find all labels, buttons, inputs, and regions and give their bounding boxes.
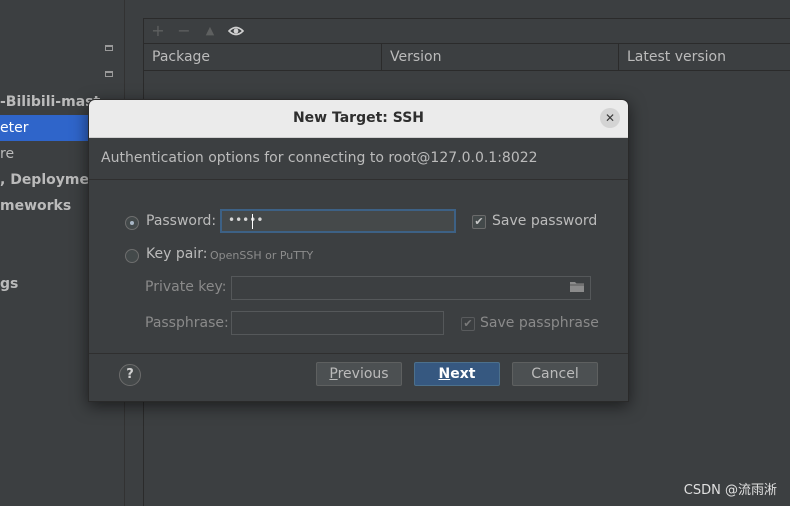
save-password-label[interactable]: Save password xyxy=(492,213,597,229)
text-caret xyxy=(252,214,253,229)
dialog-footer: ? Previous Next Cancel xyxy=(89,353,628,401)
dialog-titlebar: New Target: SSH ✕ xyxy=(89,100,628,138)
password-radio[interactable] xyxy=(125,216,139,230)
keypair-hint: OpenSSH or PuTTY xyxy=(210,249,314,262)
private-key-field[interactable] xyxy=(231,276,591,300)
save-password-checkbox[interactable]: ✔ xyxy=(472,215,486,229)
upgrade-icon[interactable]: ▲ xyxy=(200,21,220,41)
cancel-button[interactable]: Cancel xyxy=(512,362,598,386)
next-mnemonic: N xyxy=(438,366,451,382)
column-latest-version[interactable]: Latest version xyxy=(619,44,790,70)
previous-label: revious xyxy=(337,366,389,382)
save-passphrase-label: Save passphrase xyxy=(480,315,599,331)
private-key-label: Private key: xyxy=(145,279,227,295)
next-button[interactable]: Next xyxy=(414,362,500,386)
password-field[interactable]: ••••• xyxy=(220,209,456,233)
password-value: ••••• xyxy=(228,213,264,227)
packages-table-header: Package Version Latest version xyxy=(144,43,790,71)
new-target-ssh-dialog: New Target: SSH ✕ Authentication options… xyxy=(88,99,629,402)
dialog-subheader: Authentication options for connecting to… xyxy=(89,138,628,180)
dialog-title: New Target: SSH xyxy=(292,110,425,126)
folder-icon[interactable] xyxy=(570,281,584,292)
add-icon[interactable]: + xyxy=(148,21,168,41)
close-icon[interactable]: ✕ xyxy=(600,108,620,128)
previous-button[interactable]: Previous xyxy=(316,362,402,386)
watermark: CSDN @流雨淅 xyxy=(683,483,777,498)
help-button[interactable]: ? xyxy=(119,364,141,386)
password-label: Password: xyxy=(146,213,217,229)
packages-toolbar: + − ▲ xyxy=(144,19,790,43)
passphrase-label: Passphrase: xyxy=(145,315,229,331)
passphrase-field[interactable] xyxy=(231,311,444,335)
column-version[interactable]: Version xyxy=(382,44,619,70)
collapse-icon[interactable] xyxy=(105,71,113,77)
next-label: ext xyxy=(450,366,476,382)
dialog-subtitle: Authentication options for connecting to… xyxy=(101,150,538,166)
remove-icon[interactable]: − xyxy=(174,21,194,41)
keypair-radio[interactable] xyxy=(125,249,139,263)
save-passphrase-checkbox[interactable]: ✔ xyxy=(461,317,475,331)
keypair-label: Key pair: xyxy=(146,246,208,262)
collapse-icon[interactable] xyxy=(105,45,113,51)
eye-icon[interactable] xyxy=(226,21,246,41)
column-package[interactable]: Package xyxy=(144,44,382,70)
previous-mnemonic: P xyxy=(329,366,338,382)
